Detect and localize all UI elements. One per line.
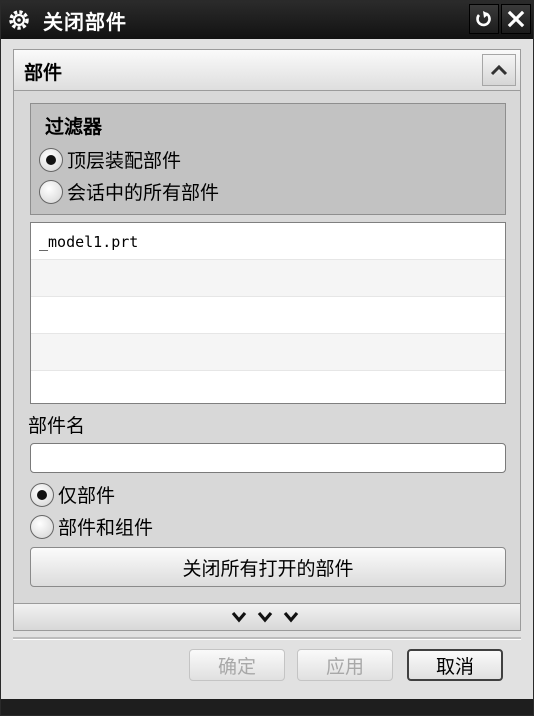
reset-icon bbox=[476, 11, 491, 27]
filter-option-top-assembly[interactable]: 顶层装配部件 bbox=[39, 146, 181, 173]
more-options-bar[interactable] bbox=[13, 603, 521, 631]
radio-label: 部件和组件 bbox=[58, 517, 154, 539]
bottom-border bbox=[1, 699, 533, 715]
close-window-button[interactable] bbox=[501, 4, 531, 34]
chevron-up-icon bbox=[490, 64, 508, 76]
footer-divider bbox=[13, 637, 521, 640]
parts-list[interactable]: _model1.prt bbox=[30, 222, 506, 404]
cancel-button[interactable]: 取消 bbox=[407, 649, 503, 681]
part-name-label: 部件名 bbox=[28, 415, 86, 437]
radio-button-selected[interactable] bbox=[30, 482, 54, 507]
radio-label: 顶层装配部件 bbox=[67, 150, 182, 172]
title-bar: 关闭部件 bbox=[1, 1, 533, 39]
parts-section-body: 过滤器 顶层装配部件 会话中的所有部件 _model1.prt 部件名 仅部件 bbox=[13, 91, 521, 603]
gear-icon[interactable] bbox=[5, 6, 33, 34]
radio-label: 会话中的所有部件 bbox=[67, 182, 220, 204]
part-name-input[interactable] bbox=[30, 443, 506, 473]
radio-button[interactable] bbox=[39, 179, 63, 204]
list-item[interactable] bbox=[31, 334, 505, 371]
close-part-dialog: 关闭部件 部件 过滤器 顶层装配部件 会话中的所有部件 _model1.prt … bbox=[0, 0, 534, 716]
apply-button[interactable]: 应用 bbox=[297, 649, 393, 681]
radio-label: 仅部件 bbox=[58, 485, 116, 507]
scope-option-part-and-components[interactable]: 部件和组件 bbox=[30, 513, 153, 540]
radio-button-selected[interactable] bbox=[39, 147, 63, 172]
filter-option-all-session[interactable]: 会话中的所有部件 bbox=[39, 178, 219, 205]
filter-group: 过滤器 顶层装配部件 会话中的所有部件 bbox=[30, 103, 506, 215]
filter-title: 过滤器 bbox=[45, 116, 103, 138]
list-item[interactable]: _model1.prt bbox=[31, 223, 505, 260]
section-title: 部件 bbox=[24, 62, 63, 84]
chevron-down-icon bbox=[231, 611, 299, 623]
collapse-section-button[interactable] bbox=[482, 54, 516, 86]
close-all-open-parts-button[interactable]: 关闭所有打开的部件 bbox=[30, 547, 506, 587]
scope-option-part-only[interactable]: 仅部件 bbox=[30, 481, 115, 508]
ok-button[interactable]: 确定 bbox=[189, 649, 285, 681]
parts-section-header[interactable]: 部件 bbox=[13, 49, 521, 91]
window-title: 关闭部件 bbox=[43, 9, 127, 34]
radio-button[interactable] bbox=[30, 514, 54, 539]
list-item[interactable] bbox=[31, 260, 505, 297]
close-icon bbox=[507, 10, 525, 28]
list-item[interactable] bbox=[31, 297, 505, 334]
reset-button[interactable] bbox=[469, 4, 499, 34]
list-item[interactable] bbox=[31, 371, 505, 408]
